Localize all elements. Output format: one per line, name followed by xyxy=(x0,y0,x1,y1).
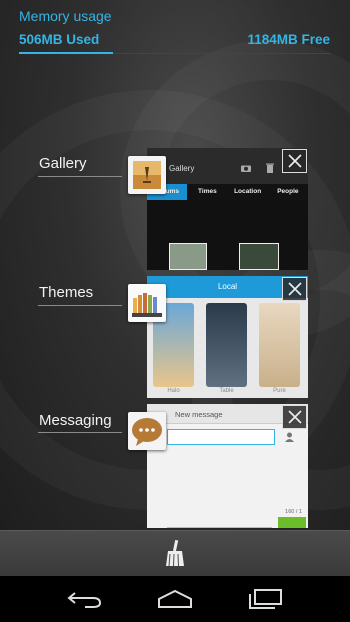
recent-app-gallery[interactable]: Gallery Albums Times Location People xyxy=(147,148,308,270)
themes-icon[interactable] xyxy=(128,284,166,322)
memory-used-label: 506MB Used xyxy=(19,32,100,47)
navigation-bar xyxy=(0,576,350,622)
broom-icon xyxy=(166,539,184,566)
trash-icon xyxy=(266,163,274,173)
app-label-underline xyxy=(38,432,122,433)
memory-usage-bar-fill xyxy=(19,52,113,54)
gallery-icon[interactable] xyxy=(128,156,166,194)
close-messaging-button[interactable] xyxy=(282,405,307,429)
album-thumbnail xyxy=(239,243,279,270)
close-icon xyxy=(287,282,302,296)
home-icon xyxy=(158,589,192,608)
close-icon xyxy=(287,410,302,424)
tab-people: People xyxy=(277,188,299,195)
theme-name: Halo xyxy=(167,388,180,394)
home-button[interactable] xyxy=(155,584,195,614)
memory-free-label: 1184MB Free xyxy=(247,32,330,47)
app-label-messaging[interactable]: Messaging xyxy=(39,412,112,429)
recent-apps-icon xyxy=(249,589,282,609)
messaging-icon[interactable] xyxy=(128,412,166,450)
tab-times: Times xyxy=(198,188,217,195)
back-button[interactable] xyxy=(65,584,105,614)
tab-location: Location xyxy=(234,188,262,195)
app-label-gallery[interactable]: Gallery xyxy=(39,155,87,172)
recent-app-themes[interactable]: Local Halo Table Pure xyxy=(147,276,308,398)
clear-all-bar xyxy=(0,530,350,576)
close-themes-button[interactable] xyxy=(282,277,307,301)
memory-usage-panel: Memory usage 506MB Used 1184MB Free xyxy=(0,0,350,62)
contact-icon xyxy=(285,432,294,442)
gallery-title: Gallery xyxy=(169,164,195,173)
gallery-tabs: Albums Times Location People xyxy=(147,184,308,200)
clear-all-button[interactable] xyxy=(160,539,190,569)
back-icon xyxy=(67,592,102,608)
compose-field xyxy=(167,518,272,528)
theme-name: Pure xyxy=(273,388,286,394)
theme-name: Table xyxy=(219,388,234,394)
memory-usage-title: Memory usage xyxy=(19,8,112,24)
messaging-title: New message xyxy=(175,410,223,419)
app-label-themes[interactable]: Themes xyxy=(39,284,93,301)
close-gallery-button[interactable] xyxy=(282,149,307,173)
camera-icon xyxy=(241,165,251,172)
theme-card-table xyxy=(206,303,247,387)
app-label-underline xyxy=(38,176,122,177)
app-label-underline xyxy=(38,305,122,306)
album-thumbnail xyxy=(169,243,207,270)
memory-usage-bar xyxy=(19,52,331,54)
send-button xyxy=(278,517,306,528)
theme-card-pure xyxy=(259,303,300,387)
character-counter: 160 / 1 xyxy=(285,509,302,515)
recipient-input xyxy=(167,429,275,445)
close-icon xyxy=(287,154,302,168)
recent-apps-button[interactable] xyxy=(245,584,285,614)
recent-app-messaging[interactable]: New message 160 / 1 xyxy=(147,404,308,528)
